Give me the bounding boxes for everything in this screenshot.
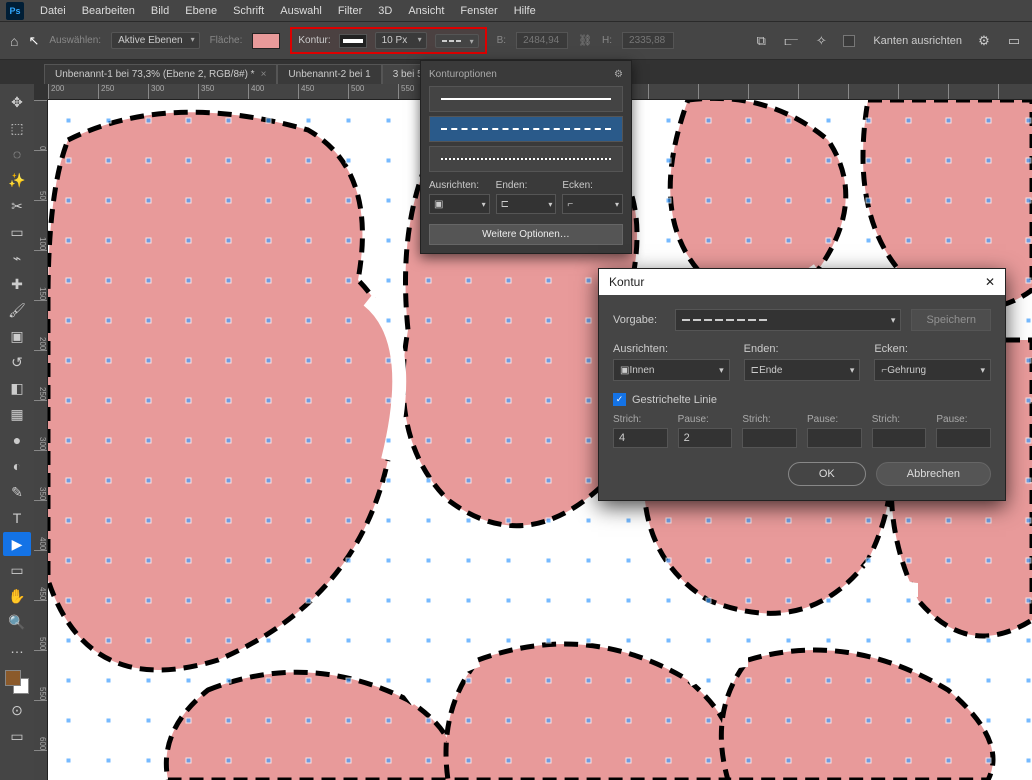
- eyedropper-tool-icon[interactable]: ⌁: [3, 246, 31, 270]
- brush-tool-icon[interactable]: 🖌: [3, 298, 31, 322]
- history-brush-icon[interactable]: ↺: [3, 350, 31, 374]
- corners-select[interactable]: ⌐: [562, 194, 623, 214]
- menu-schrift[interactable]: Schrift: [225, 2, 272, 20]
- shape-tool-icon[interactable]: ▭: [3, 558, 31, 582]
- stamp-tool-icon[interactable]: ▣: [3, 324, 31, 348]
- dash-input-1[interactable]: [678, 428, 733, 448]
- menu-datei[interactable]: Datei: [32, 2, 74, 20]
- link-icon[interactable]: ⛓: [578, 34, 592, 47]
- stroke-options-title: Konturoptionen: [429, 69, 497, 80]
- edit-toolbar-icon[interactable]: …: [3, 636, 31, 660]
- kontur-dialog: Kontur ✕ Vorgabe: Speichern Ausrichten:▣…: [598, 268, 1006, 501]
- dash-input-2[interactable]: [742, 428, 797, 448]
- ok-button[interactable]: OK: [788, 462, 866, 486]
- fill-swatch[interactable]: [252, 33, 280, 49]
- stroke-style-dropdown[interactable]: [435, 34, 479, 48]
- corners-dropdown[interactable]: ⌐ Gehrung: [874, 359, 991, 381]
- width-label: B:: [497, 35, 506, 46]
- align-edges-label: Kanten ausrichten: [873, 35, 962, 47]
- menu-ebene[interactable]: Ebene: [177, 2, 225, 20]
- app-logo: Ps: [6, 2, 24, 20]
- stroke-options-flyout: Konturoptionen ⚙ Ausrichten:▣ Enden:⊏ Ec…: [420, 60, 632, 254]
- expand-icon[interactable]: ▭: [1006, 33, 1022, 49]
- align-dropdown[interactable]: ▣ Innen: [613, 359, 730, 381]
- dodge-tool-icon[interactable]: ◐: [3, 454, 31, 478]
- menu-hilfe[interactable]: Hilfe: [506, 2, 544, 20]
- select-layers-dropdown[interactable]: Aktive Ebenen: [111, 32, 200, 49]
- dialog-title: Kontur: [609, 275, 644, 289]
- close-icon[interactable]: ×: [261, 69, 267, 80]
- frame-tool-icon[interactable]: ▭: [3, 220, 31, 244]
- dashed-label: Gestrichelte Linie: [632, 394, 717, 406]
- menu-3d[interactable]: 3D: [370, 2, 400, 20]
- stroke-preset-dotted[interactable]: [429, 146, 623, 172]
- close-icon[interactable]: ✕: [985, 275, 995, 289]
- gear-icon[interactable]: ⚙: [614, 69, 623, 80]
- stroke-width-input[interactable]: 10 Px: [375, 32, 427, 49]
- dash-input-0[interactable]: [613, 428, 668, 448]
- blur-tool-icon[interactable]: ●: [3, 428, 31, 452]
- caps-select[interactable]: ⊏: [496, 194, 557, 214]
- more-options-button[interactable]: Weitere Optionen…: [429, 224, 623, 245]
- align-icon[interactable]: ⫍: [783, 33, 799, 49]
- dash-input-4[interactable]: [872, 428, 927, 448]
- move-tool-icon[interactable]: ↖: [28, 33, 39, 49]
- move-tool-icon[interactable]: ✥: [3, 90, 31, 114]
- pen-tool-icon[interactable]: ✎: [3, 480, 31, 504]
- heal-tool-icon[interactable]: ✚: [3, 272, 31, 296]
- wand-tool-icon[interactable]: ✨: [3, 168, 31, 192]
- caps-dropdown[interactable]: ⊏ Ende: [744, 359, 861, 381]
- preset-dropdown[interactable]: [675, 309, 901, 331]
- stroke-color-swatch[interactable]: [339, 34, 367, 48]
- menu-bild[interactable]: Bild: [143, 2, 177, 20]
- menu-ansicht[interactable]: Ansicht: [400, 2, 452, 20]
- arrange-icon[interactable]: ✧: [813, 33, 829, 49]
- menu-filter[interactable]: Filter: [330, 2, 370, 20]
- fill-label: Fläche:: [210, 35, 243, 46]
- ruler-vertical: 0501001502002503003504004505005506006507…: [34, 100, 48, 780]
- stroke-preset-dashed[interactable]: [429, 116, 623, 142]
- height-label: H:: [602, 35, 612, 46]
- tool-panel: ✥ ⬚ ◌ ✨ ✂ ▭ ⌁ ✚ 🖌 ▣ ↺ ◧ ▦ ● ◐ ✎ T ▶ ▭ ✋ …: [0, 84, 34, 780]
- zoom-tool-icon[interactable]: 🔍: [3, 610, 31, 634]
- menu-fenster[interactable]: Fenster: [452, 2, 505, 20]
- dash-input-5[interactable]: [936, 428, 991, 448]
- dashed-checkbox[interactable]: ✓: [613, 393, 626, 406]
- select-label: Auswählen:: [49, 35, 101, 46]
- gradient-tool-icon[interactable]: ▦: [3, 402, 31, 426]
- color-swatches[interactable]: [3, 668, 31, 696]
- dash-input-3[interactable]: [807, 428, 862, 448]
- menu-bar: Ps Datei Bearbeiten Bild Ebene Schrift A…: [0, 0, 1032, 22]
- stroke-label: Kontur:: [298, 35, 330, 46]
- stroke-preset-solid[interactable]: [429, 86, 623, 112]
- width-input[interactable]: 2484,94: [516, 32, 568, 49]
- home-icon[interactable]: ⌂: [10, 33, 18, 49]
- marquee-tool-icon[interactable]: ⬚: [3, 116, 31, 140]
- eraser-tool-icon[interactable]: ◧: [3, 376, 31, 400]
- options-bar: ⌂ ↖ Auswählen: Aktive Ebenen Fläche: Kon…: [0, 22, 1032, 60]
- height-input[interactable]: 2335,88: [622, 32, 674, 49]
- type-tool-icon[interactable]: T: [3, 506, 31, 530]
- hand-tool-icon[interactable]: ✋: [3, 584, 31, 608]
- save-preset-button[interactable]: Speichern: [911, 309, 991, 331]
- tab-doc-2[interactable]: Unbenannt-2 bei 1: [277, 64, 381, 84]
- gear-icon[interactable]: ⚙: [976, 33, 992, 49]
- path-select-tool-icon[interactable]: ▶: [3, 532, 31, 556]
- tab-doc-1[interactable]: Unbenannt-1 bei 73,3% (Ebene 2, RGB/8#) …: [44, 64, 277, 84]
- menu-auswahl[interactable]: Auswahl: [272, 2, 330, 20]
- stroke-highlight-area: Kontur: 10 Px: [290, 27, 486, 54]
- align-select[interactable]: ▣: [429, 194, 490, 214]
- cancel-button[interactable]: Abbrechen: [876, 462, 991, 486]
- menu-bearbeiten[interactable]: Bearbeiten: [74, 2, 143, 20]
- pathfinder-icon[interactable]: ⧉: [753, 33, 769, 49]
- crop-tool-icon[interactable]: ✂: [3, 194, 31, 218]
- lasso-tool-icon[interactable]: ◌: [3, 142, 31, 166]
- screenmode-icon[interactable]: ▭: [3, 724, 31, 748]
- align-edges-checkbox[interactable]: [843, 35, 855, 47]
- quickmask-icon[interactable]: ⊙: [3, 698, 31, 722]
- preset-label: Vorgabe:: [613, 314, 665, 326]
